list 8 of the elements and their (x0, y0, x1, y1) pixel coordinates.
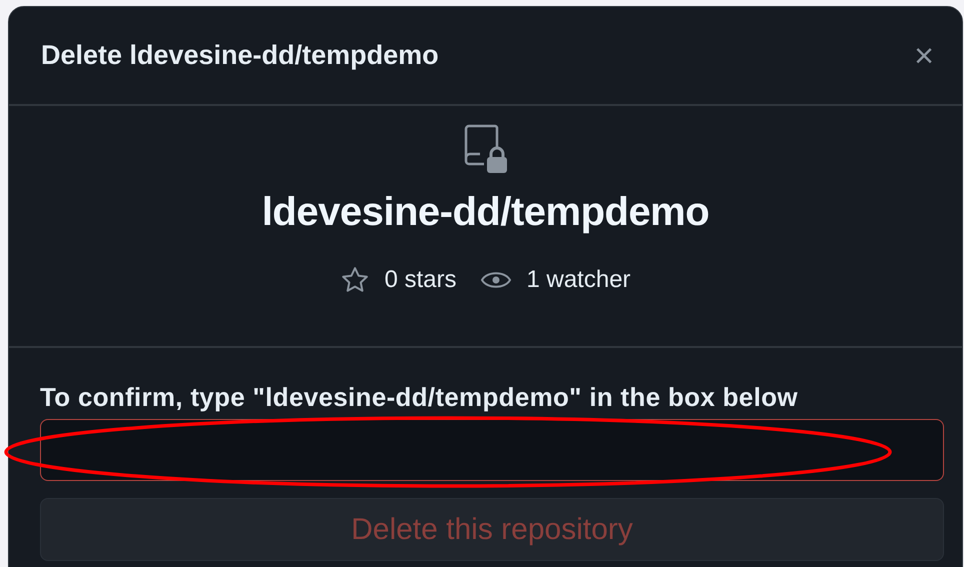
close-button[interactable]: × (910, 38, 938, 72)
star-icon (340, 265, 370, 295)
stat-count: 0 stars (384, 266, 456, 294)
repository-name: ldevesine-dd/tempdemo (262, 190, 710, 235)
confirm-input-field[interactable] (40, 419, 944, 481)
stat-count: 1 watcher (526, 266, 631, 294)
confirm-label: To confirm, type "ldevesine-dd/tempdemo" in the box below (40, 382, 799, 413)
dialog-title: Delete ldevesine-dd/tempdemo (41, 40, 439, 71)
